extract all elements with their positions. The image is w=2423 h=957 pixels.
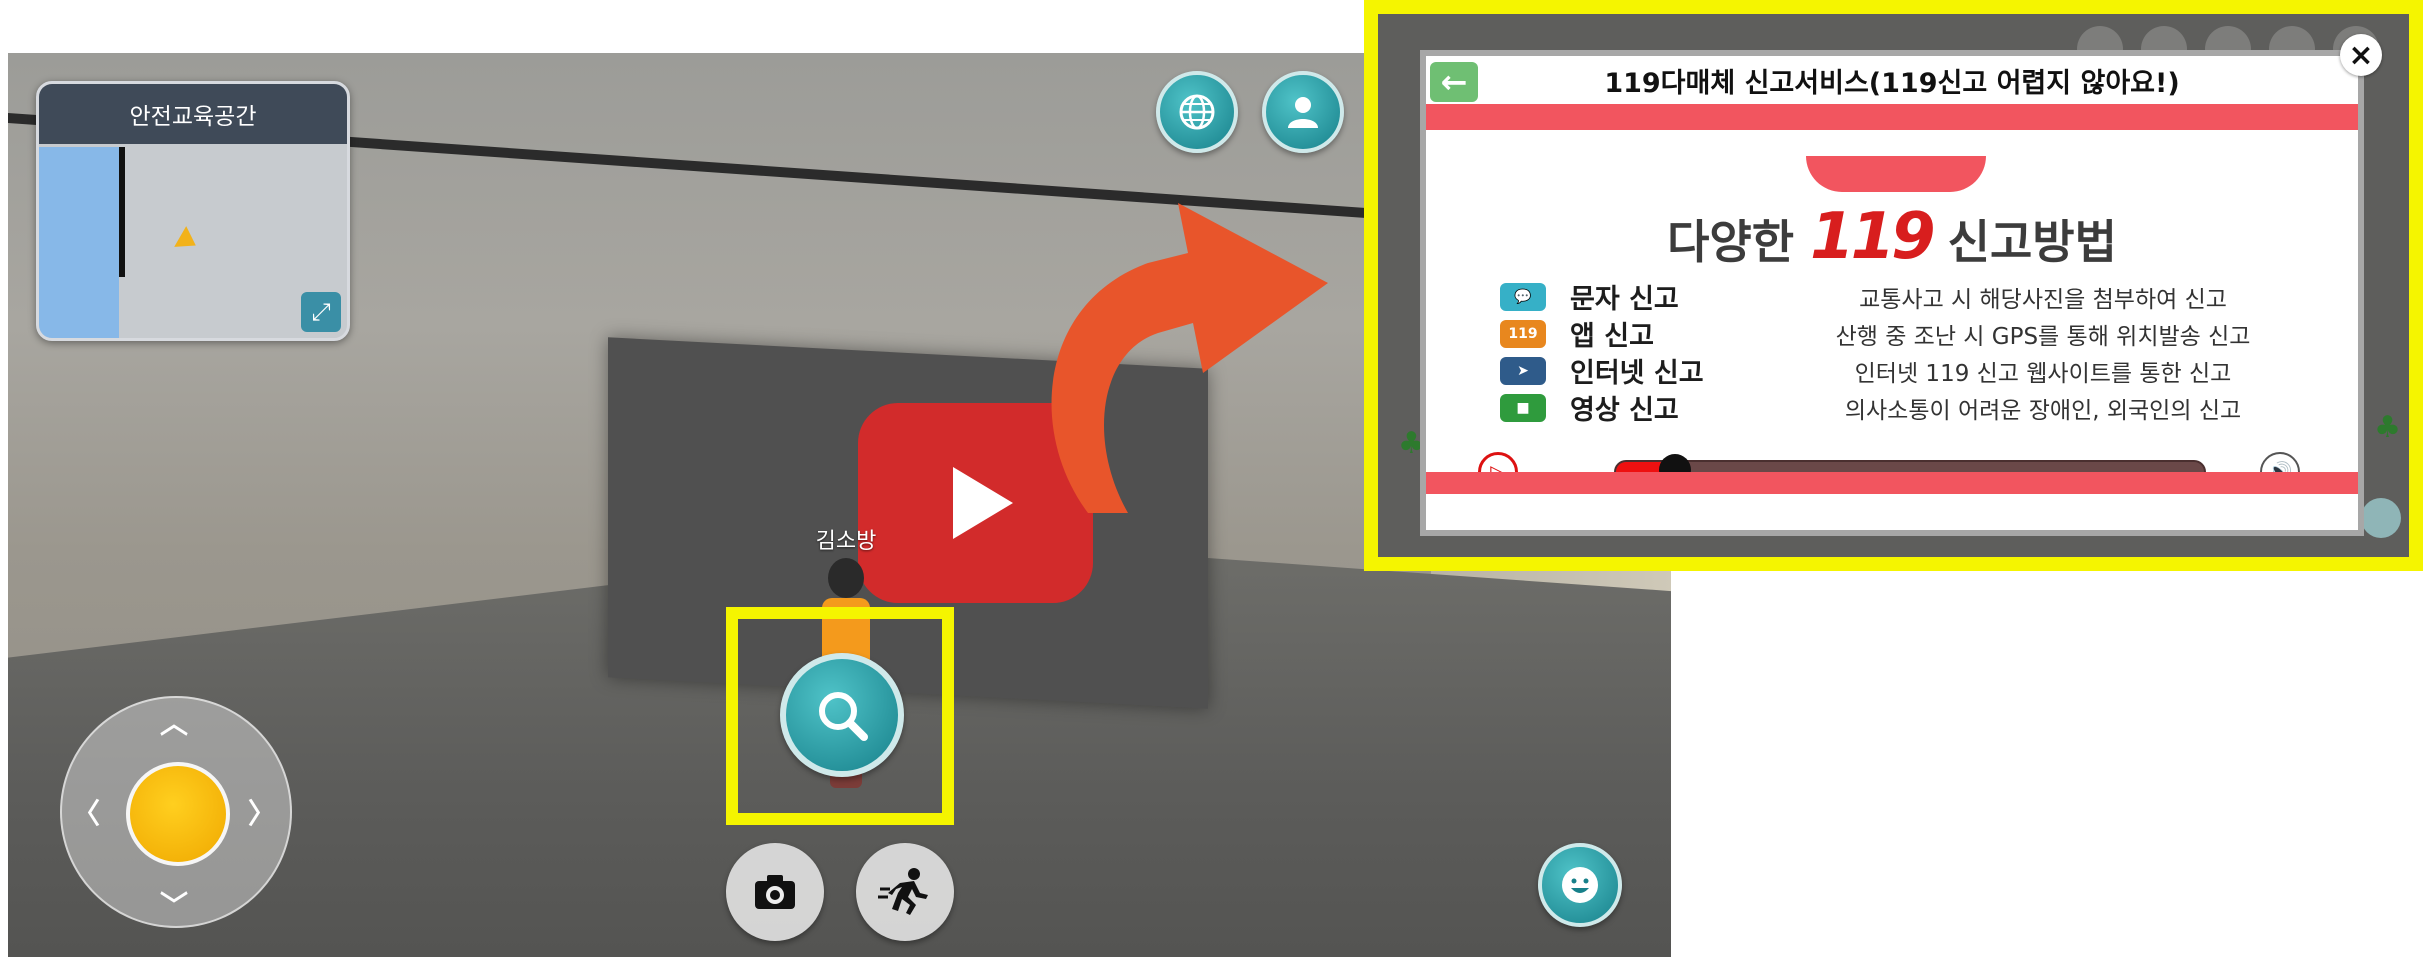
video-icon: ■ (1500, 393, 1546, 422)
method-description: 의사소통이 어려운 장애인, 외국인의 신고 (1844, 397, 2242, 424)
chevron-right-icon: 〉 (248, 797, 277, 830)
chevron-up-icon: ︿ (160, 707, 189, 740)
emoji-button[interactable] (1538, 843, 1622, 927)
camera-icon (755, 875, 795, 909)
minimap-title: 안전교육공간 (39, 84, 347, 144)
heading-119-logo: 119 (1810, 200, 1936, 274)
expand-icon[interactable]: ⤢ (301, 292, 341, 332)
zoomed-popup-panel: ♣ ♣ ← 119다매체 신고서비스(119신고 어렵지 않아요!) × 다양한… (1364, 0, 2423, 571)
joystick-knob[interactable] (126, 762, 230, 866)
curved-arrow-icon (1051, 203, 1328, 513)
report-method-row: 💬 문자 신고 교통사고 시 해당사진을 첨부하여 신고 (1500, 278, 2320, 315)
report-service-dialog: ← 119다매체 신고서비스(119신고 어렵지 않아요!) × 다양한 119… (1420, 34, 2382, 536)
chevron-left-icon: 〈 (72, 797, 101, 830)
globe-icon (1179, 94, 1215, 130)
content-heading: 다양한 119 신고방법 (1667, 200, 2117, 274)
smile-icon (1562, 867, 1598, 903)
emoji-button-faded (2361, 498, 2401, 538)
user-icon (1288, 97, 1318, 128)
report-method-row: 119 앱 신고 산행 중 조난 시 GPS를 통해 위치발송 신고 (1500, 315, 2320, 352)
report-methods-list: 💬 문자 신고 교통사고 시 해당사진을 첨부하여 신고 119 앱 신고 산행 중 조난… (1500, 278, 2320, 426)
search-icon (819, 692, 868, 741)
method-name: 앱 신고 (1570, 321, 1654, 352)
player-name-label: 김소방 (815, 529, 877, 554)
method-name: 인터넷 신고 (1570, 358, 1704, 389)
dialog-content: 다양한 119 신고방법 💬 문자 신고 교통사고 시 해당사진을 첨부하여 신고 1… (1426, 130, 2358, 494)
app-icon: 119 (1500, 319, 1546, 348)
method-name: 문자 신고 (1570, 284, 1679, 315)
close-button[interactable]: × (2340, 34, 2382, 76)
method-description: 교통사고 시 해당사진을 첨부하여 신고 (1859, 286, 2227, 313)
dialog-title: 119다매체 신고서비스(119신고 어렵지 않아요!) (1604, 67, 2180, 99)
back-button[interactable]: ← (1430, 62, 1478, 102)
profile-button[interactable] (1262, 71, 1344, 153)
dialog-header: ← 119다매체 신고서비스(119신고 어렵지 않아요!) × (1426, 34, 2382, 104)
movement-joystick[interactable]: ︿ ﹀ 〈 〉 (60, 696, 292, 928)
chevron-down-icon: ﹀ (160, 889, 189, 922)
camera-button[interactable] (726, 843, 824, 941)
chat-icon: 💬 (1500, 282, 1546, 311)
method-description: 산행 중 조난 시 GPS를 통해 위치발송 신고 (1835, 323, 2251, 350)
globe-button[interactable] (1156, 71, 1238, 153)
method-description: 인터넷 119 신고 웹사이트를 통한 신고 (1854, 360, 2232, 387)
run-icon (878, 868, 928, 915)
footer-band (1426, 472, 2358, 494)
tree-icon: ♣ (2374, 410, 2401, 445)
minimap[interactable]: 안전교육공간 ⤢ (36, 81, 350, 341)
cursor-icon: ➤ (1500, 356, 1546, 385)
header-band (1426, 104, 2358, 130)
player-position-icon (174, 226, 202, 256)
report-method-row: ■ 영상 신고 의사소통이 어려운 장애인, 외국인의 신고 (1500, 389, 2320, 426)
report-method-row: ➤ 인터넷 신고 인터넷 119 신고 웹사이트를 통한 신고 (1500, 352, 2320, 389)
run-button[interactable] (856, 843, 954, 941)
search-button[interactable] (780, 653, 904, 777)
method-name: 영상 신고 (1570, 395, 1679, 426)
